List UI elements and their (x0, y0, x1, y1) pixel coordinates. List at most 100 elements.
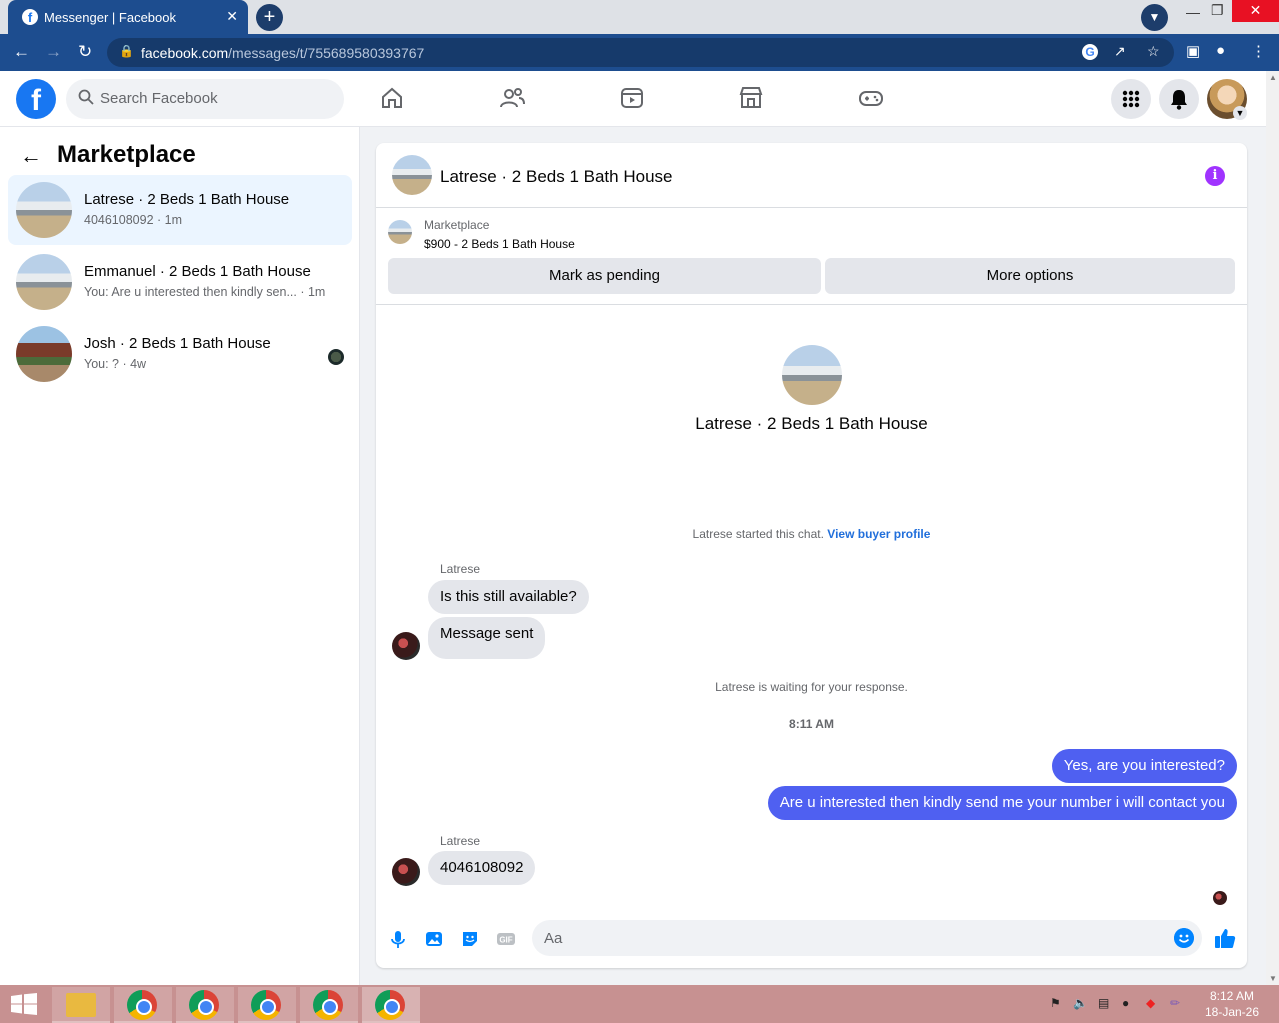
network-icon[interactable]: ▤ (1098, 996, 1109, 1010)
back-arrow-icon[interactable]: ← (20, 143, 42, 169)
chat-header: Latrese · 2 Beds 1 Bath House i (376, 143, 1247, 208)
chat-listing-photo[interactable] (392, 155, 432, 195)
reload-icon[interactable]: ↻ (78, 42, 92, 62)
chrome-tray-icon[interactable]: ● (1122, 996, 1129, 1010)
incoming-message[interactable]: Is this still available? (428, 580, 589, 614)
google-lens-icon[interactable]: G (1082, 44, 1098, 60)
home-icon[interactable] (379, 85, 405, 111)
volume-icon[interactable]: 🔈 (1073, 996, 1088, 1010)
taskbar-chrome-5[interactable] (362, 987, 420, 1023)
outgoing-message[interactable]: Are u interested then kindly send me you… (767, 786, 1237, 820)
listing-thumbnail[interactable] (388, 220, 412, 244)
forward-arrow-icon[interactable]: → (45, 42, 62, 62)
sender-name: Latrese (440, 834, 481, 848)
pen-icon[interactable]: ✏ (1170, 996, 1180, 1010)
bookmark-star-icon[interactable]: ☆ (1147, 43, 1160, 60)
thumbs-up-icon[interactable] (1214, 927, 1236, 949)
listing-price-title[interactable]: $900 - 2 Beds 1 Bath House (424, 237, 575, 251)
taskbar-chrome-3[interactable] (238, 987, 296, 1023)
chrome-icon (251, 990, 281, 1020)
chrome-icon (189, 990, 219, 1020)
emoji-icon[interactable] (1174, 928, 1194, 948)
restore-icon[interactable]: ❐ (1211, 2, 1224, 19)
windows-taskbar: ⚑ 🔈 ▤ ● ◆ ✏ 8:12 AM 18-Jan-26 (0, 985, 1279, 1023)
new-tab-button[interactable]: + (256, 4, 283, 31)
lock-icon[interactable]: 🔒 (119, 44, 134, 58)
marketplace-icon[interactable] (738, 85, 764, 111)
conversation-item-emmanuel[interactable]: Emmanuel · 2 Beds 1 Bath House You: Are … (8, 247, 352, 317)
notifications-button[interactable] (1159, 79, 1199, 119)
microphone-icon[interactable] (388, 929, 408, 949)
windows-start-icon[interactable] (10, 993, 38, 1015)
incoming-message[interactable]: Message sent (428, 617, 546, 659)
conversation-listing-photo (782, 345, 842, 405)
sticker-icon[interactable] (460, 929, 480, 949)
chrome-menu-icon[interactable]: ⋮ (1251, 42, 1266, 60)
read-receipt-avatar (1213, 891, 1227, 905)
svg-text:GIF: GIF (499, 936, 512, 945)
anydesk-icon[interactable]: ◆ (1146, 996, 1155, 1010)
tab-search-chevron-icon[interactable]: ▼ (1141, 4, 1168, 31)
message-placeholder: Aa (544, 930, 563, 947)
tab-title: Messenger | Facebook (44, 10, 176, 25)
taskbar-chrome-1[interactable] (114, 987, 172, 1023)
facebook-logo-icon[interactable]: f (16, 79, 56, 119)
chrome-icon (313, 990, 343, 1020)
taskbar-file-explorer[interactable] (52, 987, 110, 1023)
video-icon[interactable] (619, 85, 645, 111)
grid-icon (1122, 90, 1140, 108)
gif-icon[interactable]: GIF (496, 929, 516, 949)
browser-toolbar: ← → ↻ 🔒 facebook.com/messages/t/75568958… (0, 34, 1279, 71)
close-tab-icon[interactable]: ✕ (226, 8, 238, 25)
mark-as-pending-button[interactable]: Mark as pending (388, 258, 821, 294)
taskbar-chrome-4[interactable] (300, 987, 358, 1023)
facebook-favicon-icon: f (22, 9, 38, 25)
side-panel-icon[interactable]: ▣ (1186, 42, 1200, 60)
listing-photo (16, 254, 72, 310)
conversation-item-josh[interactable]: Josh · 2 Beds 1 Bath House You: ? · 4w (8, 319, 352, 389)
flag-icon[interactable]: ⚑ (1050, 996, 1061, 1010)
view-buyer-profile-link[interactable]: View buyer profile (827, 527, 930, 541)
window-close-icon[interactable]: ✕ (1232, 0, 1279, 22)
url-text: facebook.com/messages/t/755689580393767 (141, 45, 425, 61)
info-icon[interactable]: i (1205, 166, 1225, 186)
profile-icon[interactable]: ● (1216, 42, 1225, 59)
back-arrow-icon[interactable]: ← (13, 42, 30, 62)
chat-panel: Latrese · 2 Beds 1 Bath House i Marketpl… (376, 143, 1247, 968)
chevron-down-icon[interactable]: ▼ (1233, 106, 1247, 120)
chat-started-notice: Latrese started this chat. View buyer pr… (692, 527, 931, 541)
conversation-preview: 4046108092 · 1m (84, 213, 182, 227)
browser-tab[interactable]: f Messenger | Facebook ✕ (8, 0, 248, 34)
outgoing-message[interactable]: Yes, are you interested? (1051, 749, 1237, 783)
photo-icon[interactable] (424, 929, 444, 949)
chat-title[interactable]: Latrese · 2 Beds 1 Bath House (440, 167, 672, 187)
sender-name: Latrese (440, 562, 481, 576)
search-input[interactable]: Search Facebook (66, 79, 344, 119)
incoming-message[interactable]: 4046108092 (428, 851, 536, 885)
taskbar-chrome-2[interactable] (176, 987, 234, 1023)
conversation-preview: You: Are u interested then kindly sen...… (84, 285, 326, 299)
bell-icon (1171, 90, 1187, 110)
message-timestamp: 8:11 AM (789, 717, 834, 731)
page-scrollbar[interactable]: ▲ ▼ (1266, 71, 1279, 985)
minimize-icon[interactable]: — (1186, 4, 1200, 20)
more-options-button[interactable]: More options (825, 258, 1235, 294)
conversation-name: Josh · 2 Beds 1 Bath House (84, 335, 271, 352)
latrese-avatar[interactable] (392, 632, 420, 660)
chrome-icon (127, 990, 157, 1020)
menu-grid-button[interactable] (1111, 79, 1151, 119)
system-clock[interactable]: 8:12 AM 18-Jan-26 (1196, 988, 1268, 1020)
conversation-listing-name: Latrese · 2 Beds 1 Bath House (695, 414, 928, 433)
address-bar[interactable]: 🔒 facebook.com/messages/t/75568958039376… (107, 38, 1174, 67)
scroll-up-icon[interactable]: ▲ (1269, 73, 1277, 82)
conversation-item-latrese[interactable]: Latrese · 2 Beds 1 Bath House 4046108092… (8, 175, 352, 245)
scroll-down-icon[interactable]: ▼ (1269, 974, 1277, 983)
conversation-preview: You: ? · 4w (84, 357, 147, 371)
message-input[interactable]: Aa (532, 920, 1202, 956)
share-icon[interactable]: ↗ (1114, 43, 1126, 60)
friends-icon[interactable] (499, 85, 525, 111)
listing-source: Marketplace (424, 218, 490, 232)
latrese-avatar[interactable] (392, 858, 420, 886)
gaming-icon[interactable] (858, 85, 884, 111)
folder-icon (66, 993, 96, 1017)
